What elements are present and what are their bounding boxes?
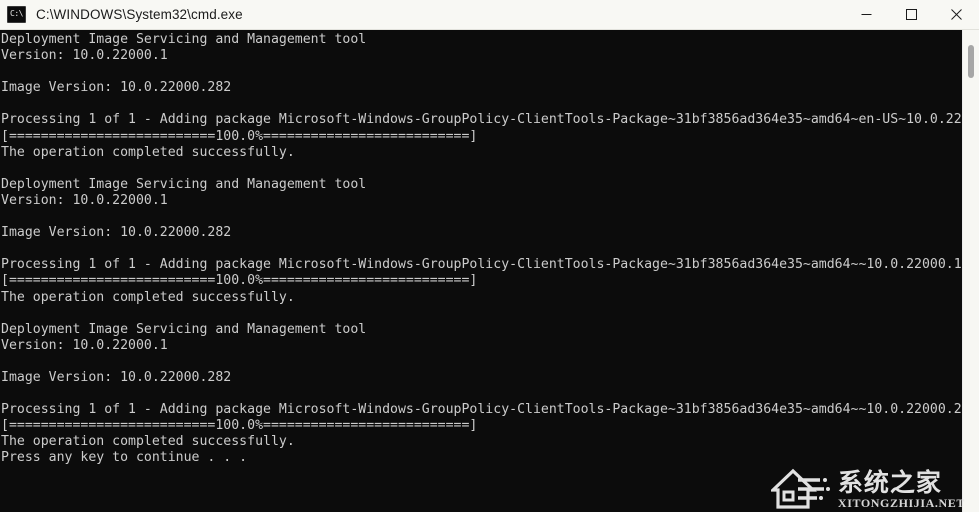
cmd-app-icon-glyph: C:\ — [10, 9, 23, 18]
maximize-icon — [906, 9, 917, 20]
title-bar: C:\ C:\WINDOWS\System32\cmd.exe — [0, 0, 979, 30]
window-title: C:\WINDOWS\System32\cmd.exe — [36, 7, 243, 22]
console-text: Deployment Image Servicing and Managemen… — [1, 32, 962, 466]
vertical-scrollbar[interactable] — [962, 30, 979, 512]
close-button[interactable] — [934, 0, 979, 30]
cmd-app-icon: C:\ — [7, 6, 26, 23]
minimize-icon — [861, 14, 872, 15]
scrollbar-thumb[interactable] — [968, 45, 974, 78]
title-bar-left: C:\ C:\WINDOWS\System32\cmd.exe — [0, 6, 844, 23]
maximize-button[interactable] — [889, 0, 934, 30]
cmd-window: C:\ C:\WINDOWS\System32\cmd.exe Deployme… — [0, 0, 979, 512]
window-controls — [844, 0, 979, 30]
console-output-area[interactable]: Deployment Image Servicing and Managemen… — [0, 30, 962, 512]
close-icon — [951, 9, 962, 20]
minimize-button[interactable] — [844, 0, 889, 30]
